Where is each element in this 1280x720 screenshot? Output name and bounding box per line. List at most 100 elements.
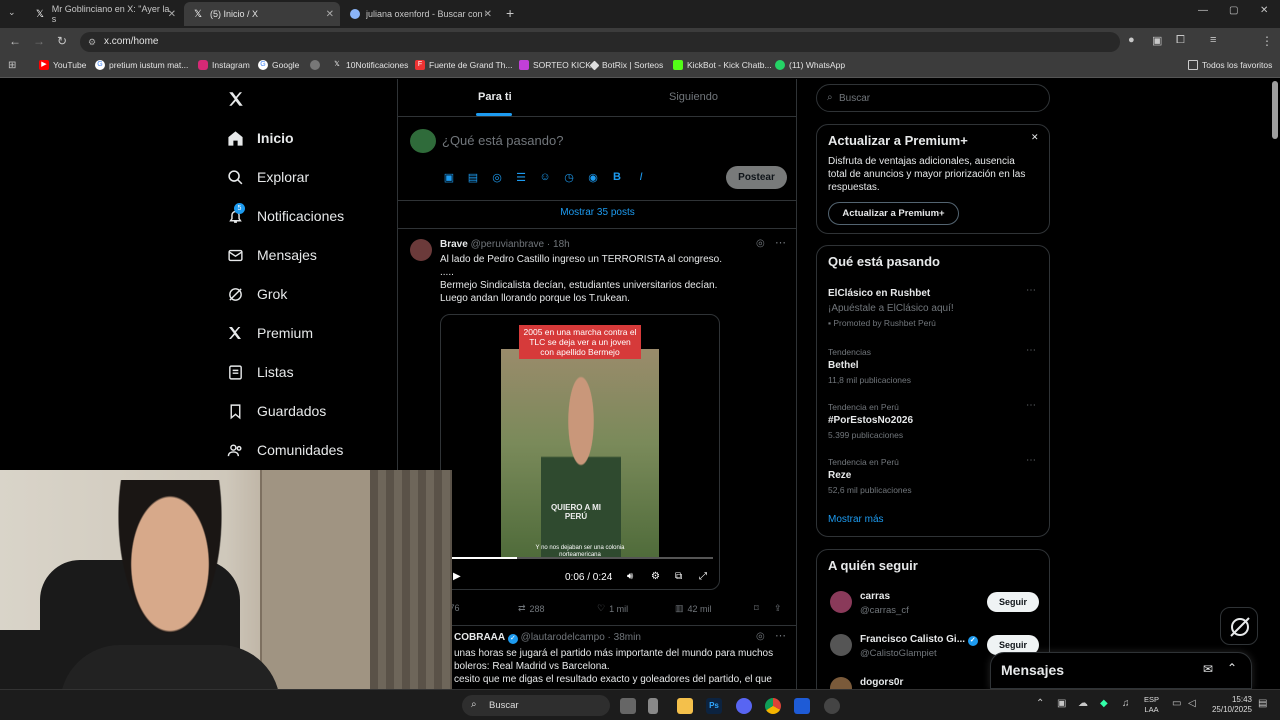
image-icon[interactable]: ▣ xyxy=(442,171,456,185)
nav-notificaciones[interactable]: 5 Notificaciones xyxy=(226,203,344,225)
apps-icon[interactable]: ⊞ xyxy=(8,60,16,71)
tray-icon[interactable]: ◆ xyxy=(1100,698,1108,709)
tab-para-ti[interactable]: Para ti xyxy=(478,91,512,103)
address-bar[interactable]: ⚙ x.com/home xyxy=(80,32,1120,52)
more-icon[interactable]: ⋯ xyxy=(1026,400,1036,411)
app-icon[interactable] xyxy=(794,698,810,714)
chrome-icon[interactable] xyxy=(765,698,781,714)
app-icon[interactable] xyxy=(648,698,658,714)
bookmark-item[interactable]: F Fuente de Grand Th... xyxy=(415,60,512,70)
search-input[interactable]: ⌕ Buscar xyxy=(816,84,1050,112)
nav-grok[interactable]: Grok xyxy=(226,285,287,303)
more-icon[interactable]: ⋯ xyxy=(1026,455,1036,466)
show-more-posts[interactable]: Mostrar 35 posts xyxy=(398,207,797,218)
volume-icon[interactable]: ◁ xyxy=(1188,698,1196,709)
messages-drawer[interactable]: Mensajes ✉ ⌃ xyxy=(990,652,1252,689)
grok-icon[interactable]: ◎ xyxy=(756,238,765,249)
tray-icon[interactable]: ♫ xyxy=(1122,698,1130,709)
volume-icon[interactable]: 🔊︎ xyxy=(627,571,633,582)
progress-bar[interactable] xyxy=(451,557,713,559)
scrollbar[interactable] xyxy=(1272,81,1278,139)
trend-name[interactable]: #PorEstosNo2026 xyxy=(828,415,913,426)
app-icon[interactable] xyxy=(824,698,840,714)
close-icon[interactable]: ✕ xyxy=(1031,132,1039,143)
premium-button[interactable]: Actualizar a Premium+ xyxy=(828,202,959,225)
grok-icon[interactable]: ◎ xyxy=(756,631,765,642)
new-message-icon[interactable]: ✉ xyxy=(1203,662,1213,676)
post-button[interactable]: Postear xyxy=(726,166,787,189)
bookmark-item[interactable]: SORTEO KICK xyxy=(519,60,591,70)
menu-icon[interactable]: ⋮ xyxy=(1261,34,1273,48)
avatar[interactable] xyxy=(410,239,432,261)
bookmark-item[interactable] xyxy=(310,60,324,70)
nav-explorar[interactable]: Explorar xyxy=(226,168,309,186)
repost-button[interactable]: ⇄ 288 xyxy=(518,603,545,614)
show-more-trends[interactable]: Mostrar más xyxy=(828,514,884,525)
tab-1[interactable]: 𝕏 Mr Goblinciano en X: "Ayer la s ✕ xyxy=(26,2,182,26)
close-tab-icon[interactable]: ✕ xyxy=(326,9,334,20)
cloud-icon[interactable]: ☁ xyxy=(1078,698,1088,709)
share-button[interactable]: ⇪ xyxy=(774,603,782,614)
language-indicator[interactable]: ESP LAA xyxy=(1144,695,1159,715)
nav-premium[interactable]: Premium xyxy=(226,324,313,342)
nav-listas[interactable]: Listas xyxy=(226,363,294,381)
chevron-up-icon[interactable]: ⌃ xyxy=(1036,698,1044,709)
close-tab-icon[interactable]: ✕ xyxy=(484,9,492,20)
tab-2[interactable]: 𝕏 (5) Inicio / X ✕ xyxy=(184,2,340,26)
views-button[interactable]: ▥ 42 mil xyxy=(675,603,712,614)
avatar[interactable] xyxy=(830,634,852,656)
bookmark-item[interactable]: 𝕏 10Notificaciones xyxy=(332,60,408,70)
italic-icon[interactable]: I xyxy=(634,171,648,185)
settings-icon[interactable]: ⚙ xyxy=(651,571,660,582)
trend-name[interactable]: Bethel xyxy=(828,360,859,371)
location-icon[interactable]: ◉ xyxy=(586,171,600,185)
bookmark-item[interactable]: ▶ YouTube xyxy=(39,60,86,70)
more-icon[interactable]: ⋯ xyxy=(1026,285,1036,296)
bold-icon[interactable]: B xyxy=(610,171,624,185)
reload-icon[interactable]: ↻ xyxy=(57,34,67,48)
notifications-icon[interactable]: ▤ xyxy=(1258,698,1267,709)
bookmark-item[interactable]: Gpretium iustum mat... xyxy=(95,60,188,70)
video-player[interactable]: QUIERO A MI PERÚ 2005 en una marcha cont… xyxy=(440,314,720,590)
bookmark-item[interactable]: Instagram xyxy=(198,60,250,70)
play-icon[interactable]: ▶ xyxy=(453,571,461,582)
poll-icon[interactable]: ☰ xyxy=(514,171,528,185)
emoji-icon[interactable]: ☺ xyxy=(538,171,552,185)
tweet-author[interactable]: Brave @peruvianbrave · 18h xyxy=(440,239,570,250)
grok-floating-button[interactable] xyxy=(1220,607,1258,645)
new-tab-icon[interactable]: + xyxy=(506,5,514,21)
bookmark-item[interactable]: G Google xyxy=(258,60,299,70)
site-info-icon[interactable]: ⚙ xyxy=(88,32,96,52)
clock[interactable]: 15:43 25/10/2025 xyxy=(1206,695,1252,715)
bookmark-item[interactable]: BotRix | Sorteos xyxy=(589,60,663,70)
media-icon[interactable]: ≡ xyxy=(1210,34,1216,46)
bookmark-button[interactable]: ⌑ xyxy=(754,603,759,614)
taskbar-search[interactable]: ⌕ Buscar xyxy=(462,695,610,716)
fullscreen-icon[interactable]: ⤢ xyxy=(699,571,707,582)
avatar[interactable] xyxy=(830,591,852,613)
follow-name[interactable]: dogors0r xyxy=(860,677,903,688)
close-window-icon[interactable]: ✕ xyxy=(1260,5,1268,16)
trend-name[interactable]: Reze xyxy=(828,470,851,481)
photoshop-icon[interactable]: Ps xyxy=(706,698,722,714)
like-button[interactable]: ♡ 1 mil xyxy=(597,603,628,614)
back-icon[interactable]: ← xyxy=(9,34,21,48)
network-icon[interactable]: ▭ xyxy=(1172,698,1181,709)
x-logo-icon[interactable] xyxy=(227,90,245,108)
minimize-icon[interactable]: — xyxy=(1198,5,1208,16)
more-icon[interactable]: ⋯ xyxy=(1026,345,1036,356)
restore-icon[interactable]: ▢ xyxy=(1229,5,1238,16)
grok-icon[interactable]: ◎ xyxy=(490,171,504,185)
follow-button[interactable]: Seguir xyxy=(987,592,1039,612)
forward-icon[interactable]: → xyxy=(33,34,45,48)
task-view-icon[interactable] xyxy=(620,698,636,714)
gif-icon[interactable]: ▤ xyxy=(466,171,480,185)
puzzle-icon[interactable]: ⧠ xyxy=(1176,34,1185,47)
chevron-up-icon[interactable]: ⌃ xyxy=(1227,661,1237,675)
tab-siguiendo[interactable]: Siguiendo xyxy=(669,91,718,103)
discord-icon[interactable] xyxy=(736,698,752,714)
tweet-author[interactable]: COBRAAA ✓ @lautarodelcampo · 38min xyxy=(454,632,641,644)
nav-inicio[interactable]: Inicio xyxy=(226,129,294,147)
bookmark-item[interactable]: (11) WhatsApp xyxy=(775,60,845,70)
extension-icon[interactable]: ● xyxy=(1128,34,1135,46)
